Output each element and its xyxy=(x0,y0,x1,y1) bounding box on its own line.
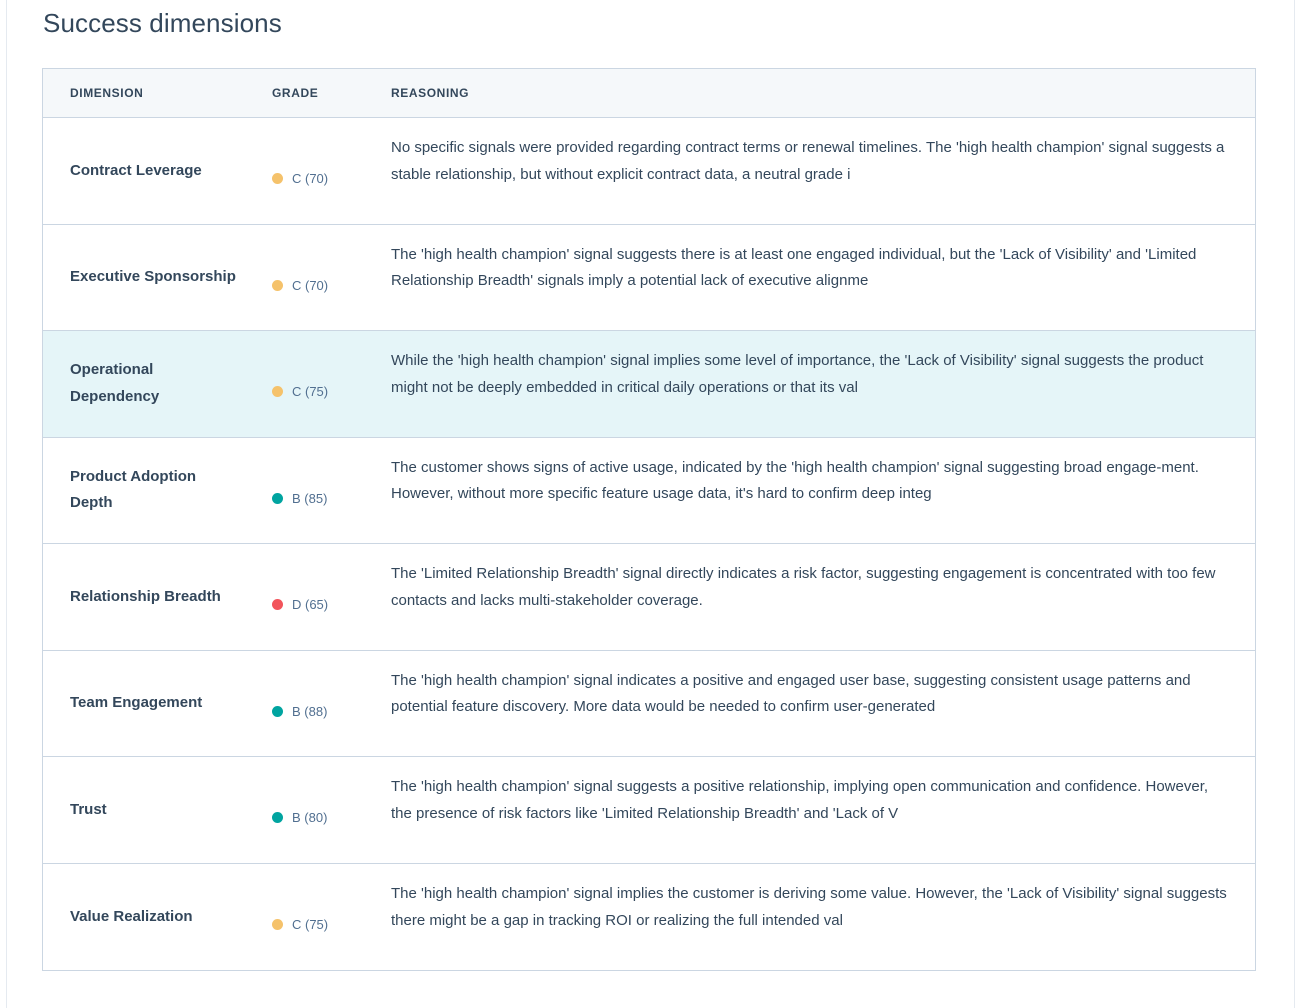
grade-value: C (70) xyxy=(292,277,329,293)
grade-value: C (70) xyxy=(292,171,329,187)
grade-badge: B (85) xyxy=(272,491,391,506)
reasoning-cell: No specific signals were provided regard… xyxy=(391,139,1255,188)
grade-status-dot-icon xyxy=(272,492,283,504)
column-header-grade: GRADE xyxy=(272,86,319,100)
dimension-name: Value Realization xyxy=(70,907,193,925)
grade-status-dot-icon xyxy=(272,599,283,611)
grade-value: C (75) xyxy=(292,384,329,400)
table-body: Contract Leverage C (70) No specific signa… xyxy=(43,118,1255,970)
grade-value: B (85) xyxy=(292,490,328,506)
table-row[interactable]: Relationship Breadth D (65) The 'Limited R… xyxy=(43,544,1255,651)
grade-badge: C (75) xyxy=(272,917,391,932)
grade-cell: C (75) xyxy=(272,901,391,932)
reasoning-text: The 'high health champion' signal implie… xyxy=(391,885,1227,929)
grade-cell: B (88) xyxy=(272,688,391,719)
dimension-name: Operational Dependency xyxy=(70,361,160,405)
table-header: DIMENSION GRADE REASONING xyxy=(43,69,1255,118)
grade-badge: C (70) xyxy=(272,278,391,293)
grade-value: B (88) xyxy=(292,703,328,719)
reasoning-text: While the 'high health champion' signal … xyxy=(391,352,1204,396)
grade-status-dot-icon xyxy=(272,173,283,185)
grade-value: C (75) xyxy=(292,917,329,933)
reasoning-text: The 'high health champion' signal sugges… xyxy=(391,778,1209,822)
table-row[interactable]: Product Adoption Depth B (85) The customer… xyxy=(43,438,1255,544)
grade-badge: C (75) xyxy=(272,384,391,399)
dimension-cell: Product Adoption Depth xyxy=(43,464,272,517)
grade-cell: D (65) xyxy=(272,581,391,612)
reasoning-cell: The 'high health champion' signal indica… xyxy=(391,672,1255,721)
reasoning-cell: The 'high health champion' signal sugges… xyxy=(391,246,1255,295)
reasoning-cell: The 'Limited Relationship Breadth' signa… xyxy=(391,565,1255,614)
reasoning-text: No specific signals were provided regard… xyxy=(391,139,1225,183)
dimension-name: Team Engagement xyxy=(70,694,203,711)
dimension-cell: Relationship Breadth xyxy=(43,584,272,611)
reasoning-cell: The 'high health champion' signal sugges… xyxy=(391,778,1255,827)
reasoning-cell: While the 'high health champion' signal … xyxy=(391,352,1255,401)
success-dimensions-table: DIMENSION GRADE REASONING Contract Lever… xyxy=(42,68,1256,971)
grade-status-dot-icon xyxy=(272,386,283,398)
dimension-cell: Trust xyxy=(43,797,272,824)
grade-status-dot-icon xyxy=(272,279,283,291)
dimension-name: Contract Leverage xyxy=(70,161,202,179)
dimension-name: Trust xyxy=(70,800,107,818)
reasoning-text: The 'Limited Relationship Breadth' signa… xyxy=(391,565,1216,609)
column-header-dimension: DIMENSION xyxy=(70,86,144,100)
dimension-cell: Contract Leverage xyxy=(43,158,272,185)
dimension-cell: Team Engagement xyxy=(43,690,272,717)
section-title: Success dimensions xyxy=(43,8,282,38)
dimension-cell: Executive Sponsorship xyxy=(43,264,272,291)
table-row[interactable]: Team Engagement B (88) The 'high health ch… xyxy=(43,651,1255,757)
reasoning-text: The 'high health champion' signal sugges… xyxy=(391,245,1197,290)
reasoning-text: The 'high health champion' signal indica… xyxy=(391,671,1191,716)
grade-status-dot-icon xyxy=(272,812,283,824)
grade-status-dot-icon xyxy=(272,705,283,717)
grade-value: B (80) xyxy=(292,810,328,826)
dimension-cell: Value Realization xyxy=(43,904,272,931)
grade-badge: C (70) xyxy=(272,171,391,186)
dimension-cell: Operational Dependency xyxy=(43,357,272,410)
grade-badge: D (65) xyxy=(272,597,391,612)
dimension-name: Product Adoption Depth xyxy=(70,467,197,512)
table-row[interactable]: Value Realization C (75) The 'high health … xyxy=(43,864,1255,971)
grade-badge: B (88) xyxy=(272,704,391,719)
grade-cell: B (85) xyxy=(272,475,391,506)
table-row[interactable]: Executive Sponsorship C (70) The 'high hea… xyxy=(43,225,1255,331)
grade-cell: C (75) xyxy=(272,368,391,399)
dimension-name: Relationship Breadth xyxy=(70,587,221,605)
reasoning-cell: The 'high health champion' signal implie… xyxy=(391,885,1255,934)
dimension-name: Executive Sponsorship xyxy=(70,268,236,285)
reasoning-text: The customer shows signs of active usage… xyxy=(391,458,1199,503)
grade-cell: C (70) xyxy=(272,262,391,293)
reasoning-cell: The customer shows signs of active usage… xyxy=(391,459,1255,508)
grade-value: D (65) xyxy=(292,597,329,613)
table-row[interactable]: Trust B (80) The 'high health champion' si… xyxy=(43,757,1255,864)
table-row[interactable]: Operational Dependency C (75) While the 'h… xyxy=(43,331,1255,438)
grade-badge: B (80) xyxy=(272,810,391,825)
table-row[interactable]: Contract Leverage C (70) No specific signa… xyxy=(43,118,1255,225)
grade-status-dot-icon xyxy=(272,919,283,931)
column-header-reasoning: REASONING xyxy=(391,86,470,100)
grade-cell: C (70) xyxy=(272,155,391,186)
grade-cell: B (80) xyxy=(272,794,391,825)
